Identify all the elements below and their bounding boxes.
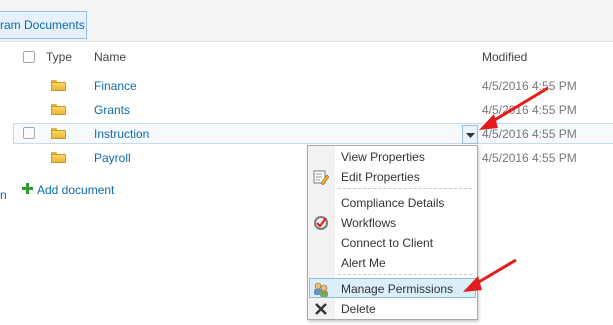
- row-name-link[interactable]: Finance: [94, 79, 137, 93]
- folder-icon: [51, 80, 66, 91]
- menu-item-manage-permissions[interactable]: Manage Permissions: [341, 282, 453, 296]
- menu-item-alert-me[interactable]: Alert Me: [341, 256, 386, 270]
- row-name-link[interactable]: Grants: [94, 103, 130, 117]
- row-checkbox[interactable]: [23, 127, 35, 139]
- quick-launch-fragment[interactable]: n: [0, 188, 7, 202]
- menu-separator: [338, 188, 472, 189]
- column-header-name[interactable]: Name: [94, 50, 126, 64]
- menu-item-view-properties[interactable]: View Properties: [341, 150, 425, 164]
- row-modified: 4/5/2016 4:55 PM: [482, 127, 577, 141]
- folder-icon: [51, 104, 66, 115]
- row-name-link[interactable]: Payroll: [94, 151, 131, 165]
- column-header-type[interactable]: Type: [46, 50, 72, 64]
- column-header-modified[interactable]: Modified: [482, 50, 527, 64]
- add-document-label: Add document: [37, 183, 115, 197]
- top-bar: [0, 0, 613, 42]
- row-modified: 4/5/2016 4:55 PM: [482, 103, 577, 117]
- select-all-checkbox[interactable]: [23, 51, 35, 63]
- row-modified: 4/5/2016 4:55 PM: [482, 151, 577, 165]
- library-breadcrumb-tab[interactable]: ram Documents: [0, 11, 87, 39]
- delete-icon: [315, 303, 327, 315]
- manage-permissions-icon: [314, 282, 328, 297]
- menu-item-workflows[interactable]: Workflows: [341, 216, 396, 230]
- menu-item-connect-to-client[interactable]: Connect to Client: [341, 236, 433, 250]
- chevron-down-icon: [466, 133, 475, 138]
- menu-item-delete[interactable]: Delete: [341, 302, 376, 316]
- menu-separator: [338, 274, 472, 275]
- folder-icon: [51, 152, 66, 163]
- menu-item-edit-properties[interactable]: Edit Properties: [341, 170, 420, 184]
- folder-icon: [51, 128, 66, 139]
- row-name-link[interactable]: Instruction: [94, 127, 149, 141]
- item-menu-dropdown-button[interactable]: [462, 125, 478, 144]
- library-breadcrumb-label: ram Documents: [0, 18, 85, 32]
- workflows-icon: [314, 216, 328, 230]
- row-modified: 4/5/2016 4:55 PM: [482, 79, 577, 93]
- plus-icon: [22, 183, 33, 194]
- edit-properties-icon: [313, 170, 329, 185]
- menu-item-compliance-details[interactable]: Compliance Details: [341, 196, 444, 210]
